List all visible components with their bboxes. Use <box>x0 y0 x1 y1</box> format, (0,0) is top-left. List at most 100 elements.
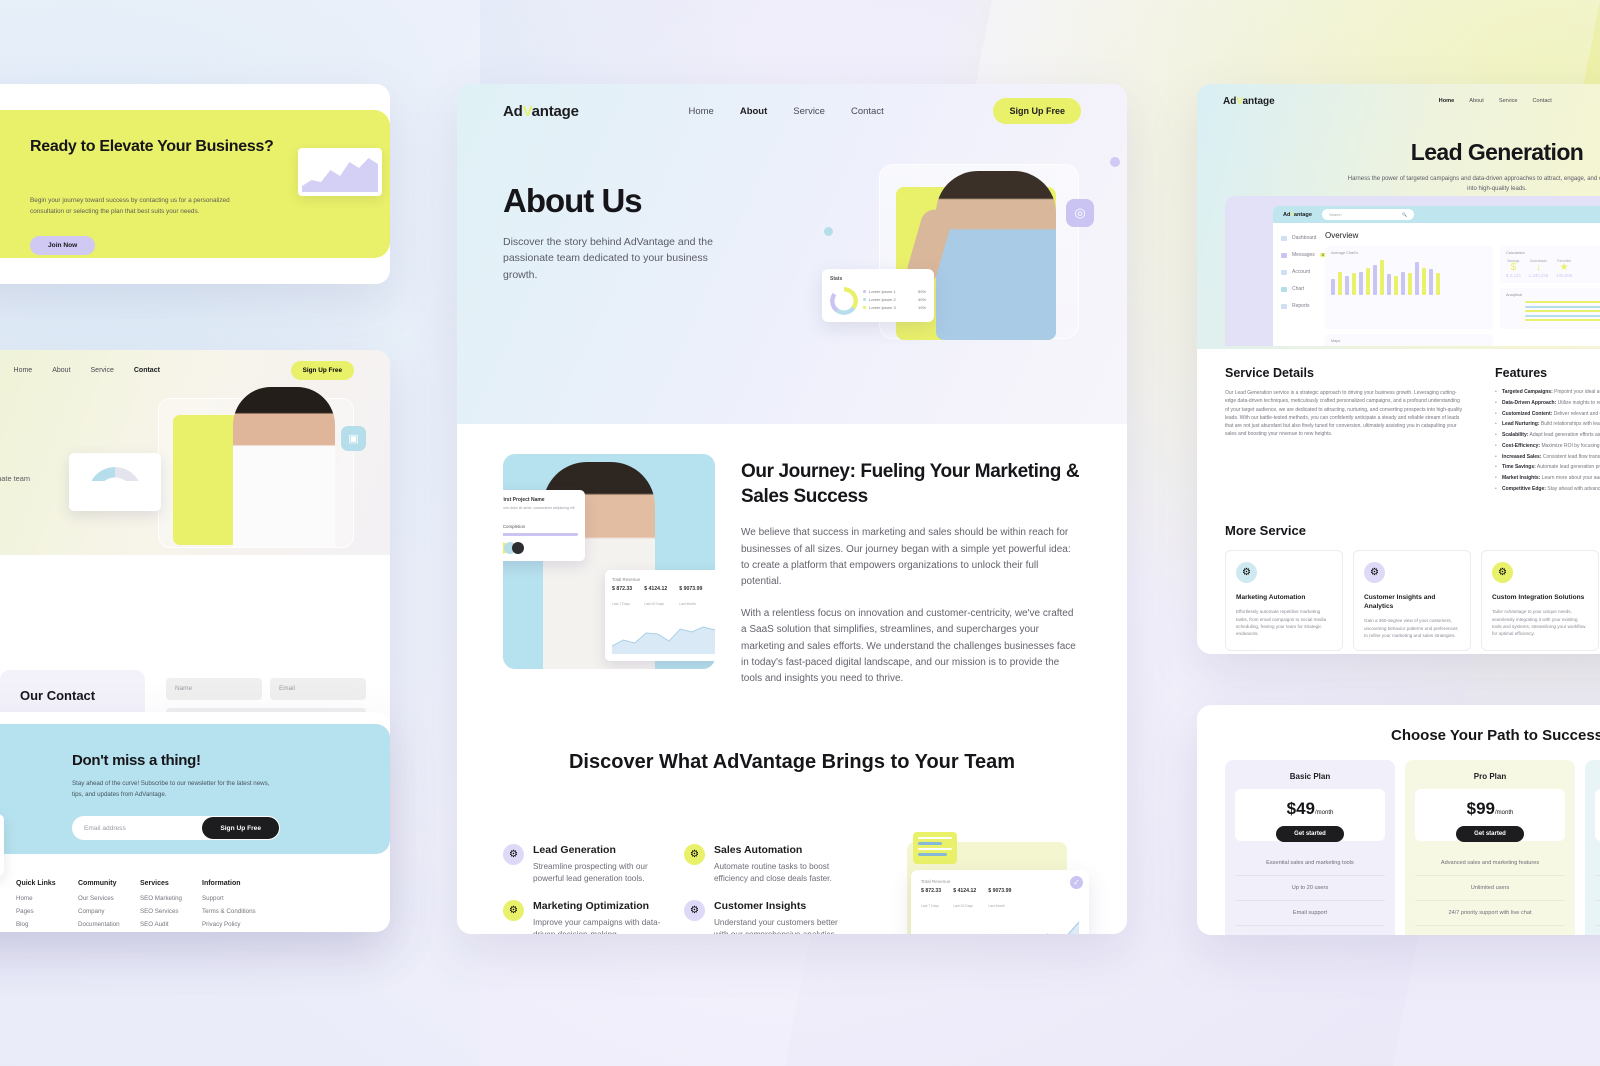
service-card-title: Marketing Automation <box>1236 594 1306 601</box>
cta-banner: Ready to Elevate Your Business? Begin yo… <box>0 110 390 258</box>
revenue-figure: $ 4124.12 Last 30 Days <box>644 586 668 606</box>
service-card-custom-integration[interactable]: ⚙ Custom Integration Solutions Tailor Ad… <box>1481 550 1599 652</box>
footer-link[interactable]: Terms & Conditions <box>202 908 264 915</box>
features-column: Features Targeted Campaigns: Pinpoint yo… <box>1495 366 1600 497</box>
lead-nav-links: Home About Service Contact <box>1439 98 1552 104</box>
journey-section: Your First Project Name Lorem ipsum dolo… <box>457 454 1127 687</box>
service-card-marketing-automation[interactable]: ⚙ Marketing Automation Effortlessly auto… <box>1225 550 1343 652</box>
feature-list-item: Competitive Edge: Stay ahead with advanc… <box>1495 486 1600 494</box>
footer-link[interactable]: Our Services <box>78 895 140 902</box>
sidebar-item-account[interactable]: Account <box>1281 269 1325 275</box>
logo[interactable]: AdVantage <box>1223 96 1275 107</box>
join-now-button[interactable]: Join Now <box>30 236 96 255</box>
signup-free-button[interactable]: Sign Up Free <box>993 98 1081 124</box>
lead-generation-icon: ⚙ <box>503 844 524 865</box>
service-card-customer-insights[interactable]: ⚙ Customer Insights and Analytics Gain a… <box>1353 550 1471 652</box>
cta-text: Begin your journey toward success by con… <box>30 197 230 215</box>
newsletter-signup-button[interactable]: Sign Up Free <box>202 817 279 839</box>
project-swatches <box>503 541 578 554</box>
features-list: Targeted Campaigns: Pinpoint your ideal … <box>1495 389 1600 494</box>
cta-panel: Ready to Elevate Your Business? Begin yo… <box>0 84 390 284</box>
feature-list-item: Cost-Efficiency: Maximize ROI by focusin… <box>1495 443 1600 451</box>
plan-name: Enterprise Plan <box>1595 772 1600 781</box>
lead-subtitle: Harness the power of targeted campaigns … <box>1347 176 1600 193</box>
note-card <box>913 832 957 864</box>
service-card-text: Gain a 360-degree view of your customers… <box>1364 618 1458 639</box>
footer-link[interactable]: Documentation <box>78 921 140 928</box>
ring-chart-card <box>0 814 4 876</box>
revenue-figure: $ 872.33 Last 7 Days <box>612 586 633 606</box>
feature-list-item: Data-Driven Approach: Utilize insights t… <box>1495 400 1600 408</box>
plan-period: /month <box>1315 810 1334 816</box>
average-charts-card: Average Chart's <box>1325 246 1493 329</box>
revenue-sparkline <box>921 918 1079 934</box>
newsletter-email-input[interactable]: Email address <box>84 825 202 832</box>
footer-link[interactable]: Pages <box>16 908 78 915</box>
service-card-title: Custom Integration Solutions <box>1492 594 1585 601</box>
footer-link[interactable]: Support <box>202 895 264 902</box>
get-started-button[interactable]: Get started <box>1276 826 1344 842</box>
nav-service[interactable]: Service <box>793 106 825 117</box>
sidebar-item-dashboard[interactable]: Dashboard <box>1281 235 1325 241</box>
newsletter-form: Email address Sign Up Free <box>72 816 280 840</box>
nav-service[interactable]: Service <box>91 367 114 374</box>
plan-price: $49 <box>1286 799 1316 818</box>
nav-contact[interactable]: Contact <box>1533 98 1552 104</box>
email-input[interactable]: Email <box>270 678 366 700</box>
customer-insights-icon: ⚙ <box>1364 562 1385 583</box>
contact-subtitle: Discover the story behind AdVantage and … <box>0 474 31 483</box>
sidebar-item-chart[interactable]: Chart <box>1281 286 1325 292</box>
nav-home[interactable]: Home <box>689 106 714 117</box>
footer-link[interactable]: SEO Audit <box>140 921 202 928</box>
nav-contact[interactable]: Contact <box>851 106 884 117</box>
footer-col-quick-links: Quick Links Home Pages Blog Portfolio Co… <box>16 880 78 932</box>
nav-about[interactable]: About <box>1469 98 1484 104</box>
newsletter-banner: Don't miss a thing! Stay ahead of the cu… <box>0 724 390 876</box>
plan-name: Pro Plan <box>1473 772 1507 781</box>
feature-list-item: Customized Content: Deliver relevant and… <box>1495 411 1600 419</box>
nav-contact[interactable]: Contact <box>134 367 160 374</box>
nav-service[interactable]: Service <box>1499 98 1518 104</box>
footer-logo[interactable]: AdVantage <box>0 880 16 894</box>
footer-link[interactable]: Privacy Policy <box>202 921 264 928</box>
feature-text: Streamline prospecting with our powerful… <box>533 862 648 884</box>
nav-about[interactable]: About <box>740 106 767 117</box>
sidebar-item-messages[interactable]: Messages 3 <box>1281 252 1326 258</box>
name-input[interactable]: Name <box>166 678 262 700</box>
dashboard-mockup: AdVantage Search🔍 Hi, Laura Jane Dashboa… <box>1225 196 1600 346</box>
get-started-button[interactable]: Get started <box>1456 826 1524 842</box>
nav-home[interactable]: Home <box>1439 98 1455 104</box>
plan-feature: Unlimited users <box>1415 876 1565 901</box>
feature-lead-generation: ⚙ Lead Generation Streamline prospecting… <box>503 844 662 886</box>
chart-bar <box>1352 272 1356 295</box>
footer-link[interactable]: Company <box>78 908 140 915</box>
stats-card: Stats Lorem Ipsum 1 50% Lorem Ipsum 2 40% … <box>822 269 934 322</box>
sidebar-item-reports[interactable]: Reports <box>1281 303 1325 309</box>
stats-legend-item: Lorem Ipsum 2 40% <box>863 297 926 302</box>
chart-bar <box>1373 265 1377 295</box>
feature-text: Understand your customers better with ou… <box>714 917 838 934</box>
nav-about[interactable]: About <box>52 367 70 374</box>
footer-link[interactable]: Home <box>16 895 78 902</box>
customer-insights-icon: ⚙ <box>684 899 705 921</box>
analytical-title: Analytical <box>1506 293 1523 297</box>
dashboard-search-input[interactable]: Search 🔍 <box>1321 209 1414 220</box>
plan-feature: Up to 20 users <box>1235 876 1385 901</box>
dashboard-sidebar: Dashboard Messages 3 Account Chart Report… <box>1273 223 1326 346</box>
cta-mini-chart <box>298 148 382 196</box>
footer-heading: Quick Links <box>16 880 56 887</box>
lead-navbar: AdVantage Home About Service Contact Sig… <box>1197 84 1600 109</box>
pricing-title: Choose Your Path to Success <box>1391 727 1600 744</box>
signup-free-button[interactable]: Sign Up Free <box>290 361 354 380</box>
footer-brand: AdVantage We focus on the needs of middl… <box>0 880 16 932</box>
chart-bar <box>1422 268 1426 295</box>
logo[interactable]: AdVantage <box>503 103 579 120</box>
nav-home[interactable]: Home <box>14 367 33 374</box>
footer-link[interactable]: SEO Marketing <box>140 895 202 902</box>
footer-link[interactable]: Blog <box>16 921 78 928</box>
about-us-panel: AdVantage Home About Service Contact Sig… <box>457 84 1127 934</box>
plan-feature: Personalized training and support <box>1595 876 1600 901</box>
page-subtitle: Discover the story behind AdVantage and … <box>503 236 713 281</box>
footer-link[interactable]: SEO Services <box>140 908 202 915</box>
plan-feature: Essential sales and marketing tools <box>1235 851 1385 876</box>
